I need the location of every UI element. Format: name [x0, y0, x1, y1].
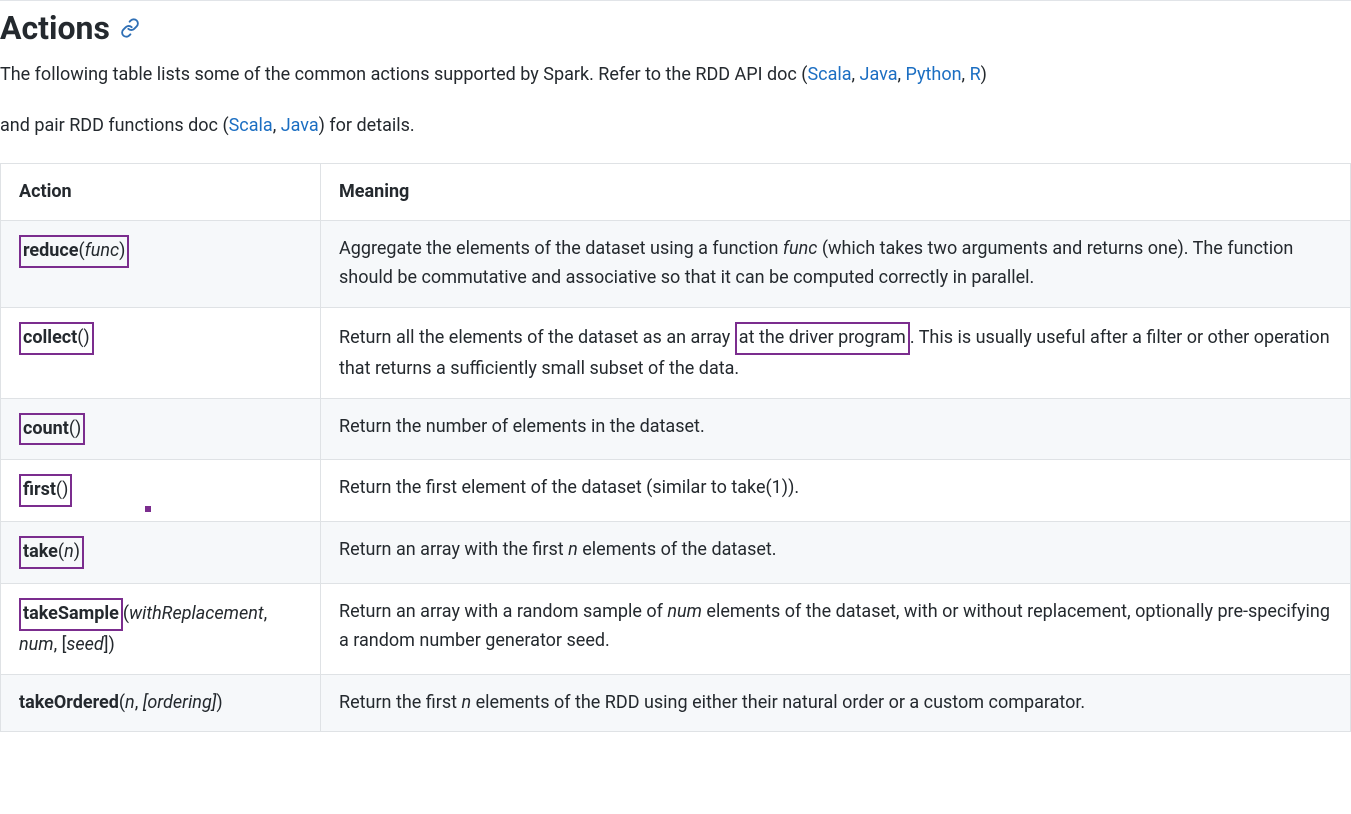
action-name: take [23, 541, 58, 562]
meaning-ital: n [568, 539, 578, 560]
action-name: count [23, 418, 69, 439]
action-cell: take(n) [1, 522, 321, 584]
action-cell: count() [1, 398, 321, 460]
link-java-api[interactable]: Java [860, 64, 898, 85]
action-paren: () [77, 327, 89, 348]
highlight-box: first() [19, 474, 72, 507]
table-row: takeSample(withReplacement, num, [seed])… [1, 583, 1351, 674]
action-arg: n [125, 692, 135, 713]
highlight-box: takeSample [19, 598, 123, 631]
meaning-ital: func [783, 238, 817, 259]
action-paren: ) [216, 692, 222, 713]
actions-table: Action Meaning reduce(func) Aggregate th… [0, 163, 1351, 733]
intro-text: ) for details. [319, 115, 415, 136]
action-arg: withReplacement [129, 603, 264, 624]
table-row: collect() Return all the elements of the… [1, 307, 1351, 398]
intro-paragraph-1: The following table lists some of the co… [0, 61, 1351, 90]
meaning-cell: Return all the elements of the dataset a… [321, 307, 1351, 398]
action-cell: takeOrdered(n, [ordering]) [1, 674, 321, 732]
action-name: reduce [23, 240, 78, 261]
meaning-text: Aggregate the elements of the dataset us… [339, 238, 783, 259]
intro-text: ) [981, 64, 987, 85]
meaning-cell: Return the first element of the dataset … [321, 460, 1351, 522]
action-cell: collect() [1, 307, 321, 398]
action-arg: n [64, 541, 74, 562]
action-paren: ) [74, 541, 80, 562]
link-icon[interactable] [120, 18, 140, 38]
action-arg: func [85, 240, 119, 261]
table-row: reduce(func) Aggregate the elements of t… [1, 221, 1351, 308]
table-row: first() Return the first element of the … [1, 460, 1351, 522]
meaning-ital: n [461, 692, 471, 713]
action-paren: ) [119, 240, 125, 261]
action-sep: , [ [54, 634, 67, 655]
meaning-ital: num [667, 601, 702, 622]
highlight-box: reduce(func) [19, 235, 129, 268]
col-action: Action [1, 163, 321, 221]
action-cell: first() [1, 460, 321, 522]
col-meaning: Meaning [321, 163, 1351, 221]
sep: , [273, 115, 281, 136]
meaning-text: Return an array with a random sample of [339, 601, 667, 622]
meaning-cell: Return an array with the first n element… [321, 522, 1351, 584]
action-sep: , [135, 692, 143, 713]
action-name: first [23, 479, 56, 500]
highlight-box: collect() [19, 322, 94, 355]
action-cell: takeSample(withReplacement, num, [seed]) [1, 583, 321, 674]
highlight-box: at the driver program [735, 322, 910, 355]
table-row: takeOrdered(n, [ordering]) Return the fi… [1, 674, 1351, 732]
meaning-text: elements of the dataset. [578, 539, 777, 560]
action-paren: () [56, 479, 68, 500]
meaning-text: Return all the elements of the dataset a… [339, 327, 735, 348]
action-arg: seed [66, 634, 103, 655]
meaning-text: Return an array with the first [339, 539, 568, 560]
action-arg: [ordering] [143, 692, 217, 713]
annotation-dot [145, 506, 151, 512]
meaning-cell: Aggregate the elements of the dataset us… [321, 221, 1351, 308]
action-name: collect [23, 327, 77, 348]
link-java-pair[interactable]: Java [281, 115, 319, 136]
link-scala-api[interactable]: Scala [807, 64, 851, 85]
meaning-text: elements of the RDD using either their n… [471, 692, 1085, 713]
action-name: takeOrdered [19, 692, 119, 713]
sep: , [898, 64, 906, 85]
highlight-box: take(n) [19, 536, 84, 569]
sep: , [962, 64, 970, 85]
link-scala-pair[interactable]: Scala [229, 115, 273, 136]
table-header-row: Action Meaning [1, 163, 1351, 221]
intro-paragraph-2: and pair RDD functions doc (Scala, Java)… [0, 112, 1351, 141]
action-arg: num [19, 634, 54, 655]
link-python-api[interactable]: Python [906, 64, 962, 85]
section-heading: Actions [0, 9, 1351, 47]
table-row: take(n) Return an array with the first n… [1, 522, 1351, 584]
intro-text: and pair RDD functions doc ( [0, 115, 229, 136]
action-paren: ]) [104, 634, 115, 655]
highlight-box: count() [19, 413, 85, 446]
action-name: takeSample [23, 603, 119, 624]
heading-text: Actions [0, 9, 110, 47]
action-sep: , [264, 603, 268, 624]
action-cell: reduce(func) [1, 221, 321, 308]
action-paren: () [69, 418, 81, 439]
meaning-text: Return the first [339, 692, 461, 713]
table-row: count() Return the number of elements in… [1, 398, 1351, 460]
link-r-api[interactable]: R [970, 64, 981, 85]
meaning-cell: Return an array with a random sample of … [321, 583, 1351, 674]
intro-text: The following table lists some of the co… [0, 64, 807, 85]
meaning-cell: Return the first n elements of the RDD u… [321, 674, 1351, 732]
meaning-cell: Return the number of elements in the dat… [321, 398, 1351, 460]
action-arg-inner: ordering [147, 692, 211, 713]
sep: , [852, 64, 860, 85]
